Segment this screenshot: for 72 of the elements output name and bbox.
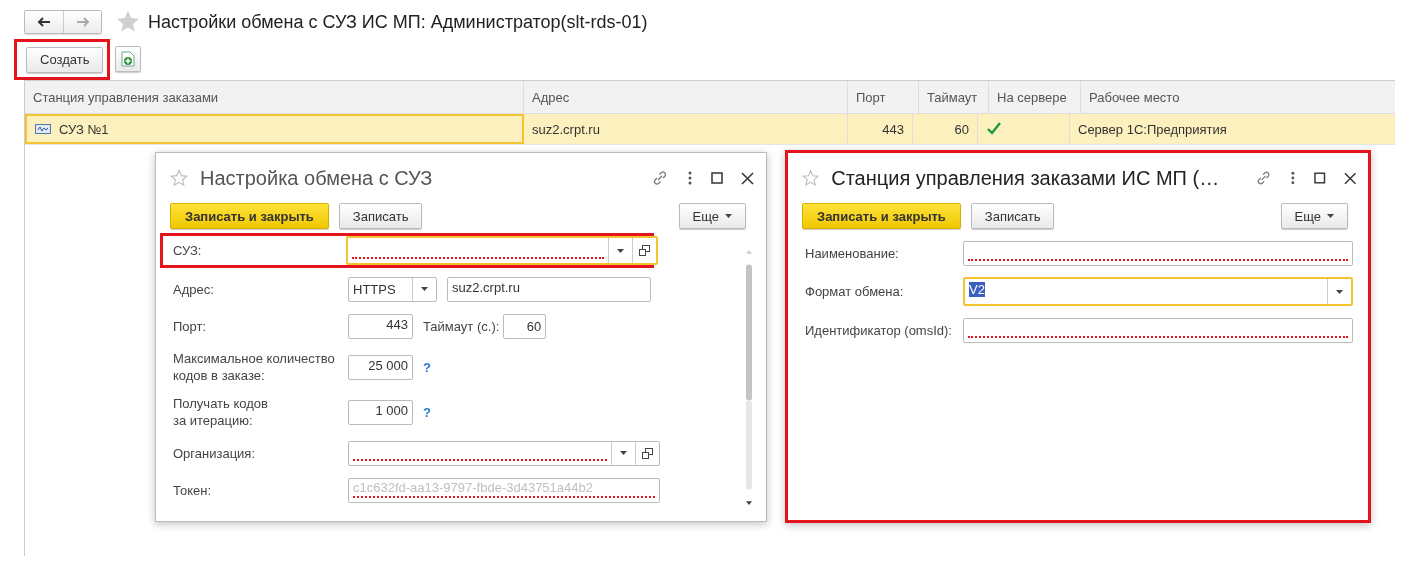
caret-icon <box>617 248 624 253</box>
table-cell-text: Сервер 1С:Предприятия <box>1077 120 1228 139</box>
dropdown-field[interactable] <box>346 236 658 265</box>
field-label: Адрес: <box>173 280 215 298</box>
caret-icon <box>1336 289 1343 294</box>
field-label: Порт: <box>173 317 208 335</box>
dropdown-field[interactable] <box>348 440 660 466</box>
link-icon[interactable] <box>1255 169 1273 187</box>
caret-icon <box>725 214 732 218</box>
dialog-title: Станция управления заказами ИС МП (… <box>831 166 1220 190</box>
save-button[interactable]: Записать <box>970 203 1055 229</box>
open-window-icon <box>639 245 650 256</box>
table-cell: suz2.crpt.ru <box>524 114 848 144</box>
input-field[interactable]: 25 000 <box>348 354 413 380</box>
input-field[interactable]: 60 <box>503 313 547 339</box>
star-icon[interactable] <box>170 169 188 187</box>
window-title: Настройки обмена с СУЗ ИС МП: Администратор(slt-rds-01) <box>148 11 648 33</box>
more-icon[interactable] <box>1290 170 1297 186</box>
input-field[interactable] <box>963 240 1353 266</box>
close-icon[interactable] <box>1343 171 1356 185</box>
back-button[interactable] <box>25 11 63 33</box>
field-label: Организация: <box>173 444 257 462</box>
column-header[interactable]: На сервере <box>989 81 1081 113</box>
input-field[interactable]: 1 000 <box>348 399 413 425</box>
add-document-button[interactable] <box>115 46 142 72</box>
field-label: СУЗ: <box>173 242 203 259</box>
field-label: Идентификатор (omsId): <box>805 321 953 339</box>
field-label: Получать кодов за итерацию: <box>173 395 269 429</box>
star-icon[interactable] <box>802 169 820 187</box>
input-field[interactable]: 443 <box>348 313 413 339</box>
field-label: Токен: <box>173 481 212 499</box>
maximize-icon[interactable] <box>1314 172 1326 184</box>
column-header[interactable]: Порт <box>848 81 919 113</box>
link-icon[interactable] <box>651 169 669 187</box>
field-label: Наименование: <box>805 244 900 262</box>
table-row[interactable]: СУЗ №1 suz2.crpt.ru 443 60 Сервер 1С:Предприятия <box>25 114 1395 145</box>
field-value: V2 <box>969 282 985 297</box>
field-label: Максимальное количество кодов в заказе: <box>173 350 336 384</box>
station-icon <box>35 124 51 134</box>
column-header[interactable]: Таймаут <box>919 81 989 113</box>
table-cell: 443 <box>848 114 913 144</box>
help-link[interactable]: ? <box>423 359 431 375</box>
column-header[interactable]: Рабочее место <box>1081 81 1395 113</box>
document-add-icon <box>121 51 136 67</box>
caret-icon <box>421 287 428 291</box>
save-button[interactable]: Записать <box>338 203 423 229</box>
help-link[interactable]: ? <box>423 404 431 420</box>
caret-icon <box>1327 214 1334 218</box>
more-icon[interactable] <box>687 170 693 186</box>
more-button[interactable]: Еще <box>1280 203 1348 229</box>
field-label: Формат обмена: <box>805 283 905 300</box>
column-header[interactable]: Адрес <box>524 81 848 113</box>
dialog-title: Настройка обмена с СУЗ <box>200 166 433 190</box>
field-label: Таймаут (с.): <box>423 318 500 334</box>
star-icon[interactable] <box>116 10 140 34</box>
input-field[interactable] <box>963 317 1353 343</box>
input-field[interactable]: suz2.crpt.ru <box>447 276 651 302</box>
station-name: СУЗ №1 <box>59 121 109 137</box>
forward-arrow-icon <box>75 17 90 27</box>
open-window-icon <box>642 447 653 459</box>
save-and-close-button[interactable]: Записать и закрыть <box>802 203 961 229</box>
more-button[interactable]: Еще <box>678 203 746 229</box>
back-arrow-icon <box>37 17 51 27</box>
maximize-icon[interactable] <box>711 172 723 184</box>
save-and-close-button[interactable]: Записать и закрыть <box>170 203 329 229</box>
dropdown-field[interactable]: V2 <box>963 277 1353 306</box>
caret-icon <box>620 451 627 455</box>
table-cell: 60 <box>913 114 978 144</box>
column-header[interactable]: Станция управления заказами <box>25 81 524 113</box>
protocol-dropdown[interactable]: HTTPS <box>348 276 437 302</box>
create-button[interactable]: Создать <box>26 46 104 73</box>
close-icon[interactable] <box>741 171 754 185</box>
